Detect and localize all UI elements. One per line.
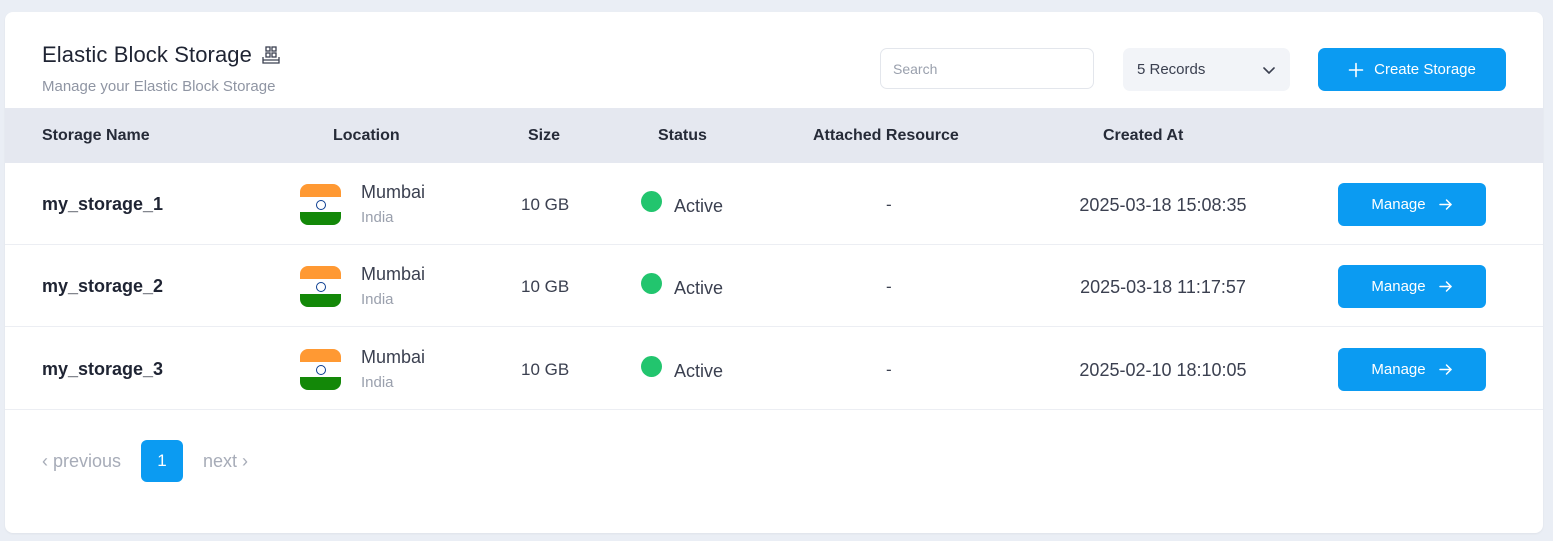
status-dot-icon [641,191,662,212]
location-city: Mumbai [361,182,426,202]
create-storage-button[interactable]: Create Storage [1318,48,1506,91]
attached-resource: - [886,360,892,379]
status-dot-icon [641,356,662,377]
created-at: 2025-02-10 18:10:05 [1079,360,1247,380]
manage-button[interactable]: Manage [1338,265,1486,308]
location-country: India [361,374,394,391]
column-header-status: Status [658,127,707,144]
pagination: ‹ previous 1 next › [42,440,248,482]
records-per-page-select[interactable]: 5 Records [1123,48,1290,91]
column-header-storage-name: Storage Name [42,127,150,144]
storage-size: 10 GB [521,277,570,296]
india-flag-icon [300,184,341,225]
status-text: Active [674,278,724,298]
arrow-right-icon [1438,364,1452,375]
storage-size: 10 GB [521,360,570,379]
previous-page-link[interactable]: ‹ previous [42,451,121,472]
india-flag-icon [300,266,341,307]
create-storage-label: Create Storage [1374,61,1476,78]
attached-resource: - [886,195,892,214]
page-title-text: Elastic Block Storage [42,42,252,67]
column-header-size: Size [528,127,561,144]
storage-size: 10 GB [521,195,570,214]
page-title: Elastic Block Storage [42,42,282,68]
table-row: my_storage_1 Mumbai India 10 GB Active -… [5,163,1543,245]
column-header-created-at: Created At [1103,127,1184,144]
manage-button[interactable]: Manage [1338,348,1486,391]
location-city: Mumbai [361,264,426,284]
chevron-down-icon [1263,66,1275,74]
page-number-current[interactable]: 1 [141,440,184,482]
storage-grid-icon [260,44,282,66]
column-header-attached-resource: Attached Resource [813,127,959,144]
column-header-location: Location [333,127,400,144]
status-text: Active [674,196,724,216]
location-country: India [361,209,394,226]
table-row: my_storage_2 Mumbai India 10 GB Active -… [5,245,1543,327]
manage-button[interactable]: Manage [1338,183,1486,226]
table-header: Storage Name Location Size Status Attach… [5,108,1543,163]
next-page-link[interactable]: next › [203,451,248,472]
location-city: Mumbai [361,347,426,367]
storage-name: my_storage_1 [42,194,164,214]
search-input[interactable] [880,48,1094,89]
page-header: Elastic Block Storage Manage your Elasti… [5,12,1543,108]
records-select-value: 5 Records [1137,61,1206,78]
status-text: Active [674,361,724,381]
manage-label: Manage [1371,196,1426,213]
created-at: 2025-03-18 15:08:35 [1079,195,1247,215]
table-row: my_storage_3 Mumbai India 10 GB Active -… [5,328,1543,410]
title-block: Elastic Block Storage Manage your Elasti… [42,42,282,95]
created-at: 2025-03-18 11:17:57 [1080,277,1246,297]
storage-card: Elastic Block Storage Manage your Elasti… [5,12,1543,533]
storage-name: my_storage_3 [42,359,164,379]
arrow-right-icon [1438,199,1452,210]
page-subtitle: Manage your Elastic Block Storage [42,78,276,95]
arrow-right-icon [1438,281,1452,292]
plus-icon [1348,62,1364,77]
manage-label: Manage [1371,361,1426,378]
storage-name: my_storage_2 [42,276,164,296]
manage-label: Manage [1371,278,1426,295]
location-country: India [361,291,394,308]
attached-resource: - [886,277,892,296]
india-flag-icon [300,349,341,390]
status-dot-icon [641,273,662,294]
